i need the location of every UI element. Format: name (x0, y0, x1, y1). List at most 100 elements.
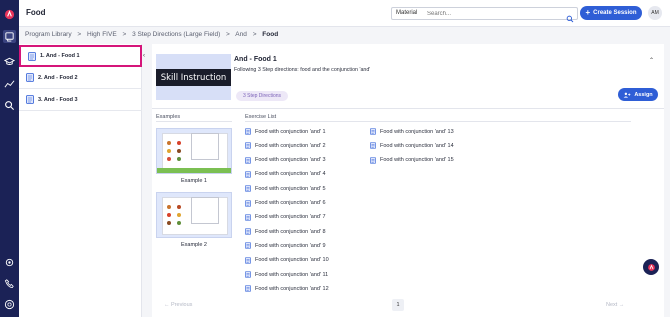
food-image (167, 149, 171, 153)
exercise-label: Food with conjunction 'and' 1 (255, 128, 326, 135)
search-icon[interactable] (3, 99, 16, 112)
breadcrumb-and[interactable]: And (235, 31, 247, 38)
lesson-thumbnail: Skill Instruction (156, 54, 231, 100)
exercise-item[interactable]: Food with conjunction 'and' 5 (245, 185, 326, 192)
app-rail (0, 0, 19, 317)
search-icon[interactable] (566, 10, 574, 28)
settings-icon[interactable] (3, 256, 16, 269)
exercise-label: Food with conjunction 'and' 9 (255, 242, 326, 249)
exercise-item[interactable]: Food with conjunction 'and' 3 (245, 156, 326, 164)
exercise-label: Food with conjunction 'and' 12 (255, 285, 329, 292)
document-icon (28, 51, 36, 61)
lesson-detail: Skill Instruction And - Food 1 Following… (152, 44, 664, 317)
create-session-button[interactable]: + Create Session (580, 6, 642, 20)
food-image (177, 221, 181, 225)
assign-label: Assign (634, 91, 653, 98)
previous-page-button[interactable]: ← Previous (164, 302, 192, 308)
exercise-item[interactable]: Food with conjunction 'and' 4 (245, 171, 326, 178)
food-image (177, 149, 181, 153)
document-icon (26, 95, 34, 104)
next-page-button[interactable]: Next → (606, 302, 624, 308)
collapse-panel-button[interactable]: ‹ (143, 53, 145, 59)
graduation-cap-icon[interactable] (3, 55, 16, 68)
food-image (167, 205, 171, 209)
document-icon (370, 142, 376, 150)
exercise-item[interactable]: Food with conjunction 'and' 9 (245, 242, 326, 250)
exercise-item[interactable]: Food with conjunction 'and' 14 (370, 142, 454, 150)
document-icon (245, 285, 251, 293)
exercise-item[interactable]: Food with conjunction 'and' 10 (245, 256, 329, 264)
document-icon (245, 256, 251, 264)
exercise-label: Food with conjunction 'and' 15 (380, 157, 454, 164)
exercise-label: Food with conjunction 'and' 13 (380, 128, 454, 135)
exercise-item[interactable]: Food with conjunction 'and' 1 (245, 128, 326, 135)
list-item[interactable]: 3. And - Food 3 (19, 89, 142, 111)
food-image (177, 141, 181, 145)
example-grid (191, 133, 219, 160)
document-icon (245, 171, 251, 178)
food-image (177, 213, 181, 217)
breadcrumb-separator: > (252, 31, 257, 38)
exercise-item[interactable]: Food with conjunction 'and' 13 (370, 128, 454, 135)
breadcrumb-separator: > (122, 31, 127, 38)
exercise-list-heading: Exercise List (245, 114, 277, 120)
chat-assistant-button[interactable] (643, 259, 659, 275)
exercise-item[interactable]: Food with conjunction 'and' 2 (245, 142, 326, 150)
chevron-up-icon[interactable]: ⌃ (649, 57, 654, 64)
material-select-value: Material (396, 10, 418, 16)
search-box[interactable] (423, 7, 578, 23)
example-footer-bar (157, 168, 231, 173)
document-icon (245, 213, 251, 221)
example-grid (191, 197, 219, 224)
thumbnail-text: Skill Instruction (156, 69, 231, 86)
exercise-label: Food with conjunction 'and' 8 (255, 228, 326, 235)
breadcrumb: Program Library > High FIVE > 3 Step Dir… (25, 31, 282, 38)
create-session-label: Create Session (593, 10, 637, 16)
breadcrumb-separator: > (226, 31, 230, 38)
chart-icon[interactable] (3, 77, 16, 90)
document-icon (245, 242, 251, 250)
users-icon (623, 92, 631, 98)
exercise-label: Food with conjunction 'and' 7 (255, 214, 326, 221)
example-label: Example 2 (181, 242, 207, 248)
divider (156, 121, 232, 122)
lesson-title: And - Food 1 (234, 56, 277, 63)
exercise-item[interactable]: Food with conjunction 'and' 11 (245, 271, 328, 278)
assistant-icon (647, 263, 655, 271)
document-icon (245, 156, 251, 164)
category-tag: 3 Step Directions (236, 91, 288, 101)
divider (245, 121, 631, 122)
food-image (167, 221, 171, 225)
plus-icon: + (585, 8, 591, 17)
exercise-label: Food with conjunction 'and' 5 (255, 185, 326, 192)
divider (152, 108, 664, 109)
document-icon (245, 185, 251, 192)
phone-icon[interactable] (3, 277, 16, 290)
breadcrumb-3-step-directions[interactable]: 3 Step Directions (Large Field) (132, 31, 220, 38)
exercise-item[interactable]: Food with conjunction 'and' 8 (245, 228, 326, 235)
list-item[interactable]: 2. And - Food 2 (19, 67, 142, 89)
logo-icon[interactable] (3, 8, 16, 21)
page-number-button[interactable]: 1 (392, 299, 404, 311)
breadcrumb-program-library[interactable]: Program Library (25, 31, 72, 38)
page-title: Food (26, 8, 46, 17)
exercise-item[interactable]: Food with conjunction 'and' 12 (245, 285, 329, 293)
exercise-item[interactable]: Food with conjunction 'and' 7 (245, 213, 326, 221)
food-image (167, 213, 171, 217)
example-label: Example 1 (181, 178, 207, 184)
exercise-item[interactable]: Food with conjunction 'and' 15 (370, 156, 454, 164)
exercise-label: Food with conjunction 'and' 11 (255, 271, 329, 278)
avatar[interactable]: AM (648, 6, 662, 20)
assign-button[interactable]: Assign (618, 88, 658, 101)
list-item[interactable]: 1. And - Food 1 (19, 45, 142, 67)
document-icon (370, 156, 376, 164)
lesson-description: Following 3 Step directions: food and th… (234, 67, 371, 73)
exercise-item[interactable]: Food with conjunction 'and' 6 (245, 199, 326, 207)
example-card[interactable]: Example 1 (156, 128, 232, 184)
breadcrumb-high-five[interactable]: High FIVE (87, 31, 117, 38)
example-card[interactable]: Example 2 (156, 192, 232, 248)
library-icon[interactable] (3, 30, 16, 43)
top-header: Food Material ▼ + Create Session AM (19, 0, 670, 27)
help-icon[interactable] (3, 298, 16, 311)
search-input[interactable] (427, 9, 557, 19)
